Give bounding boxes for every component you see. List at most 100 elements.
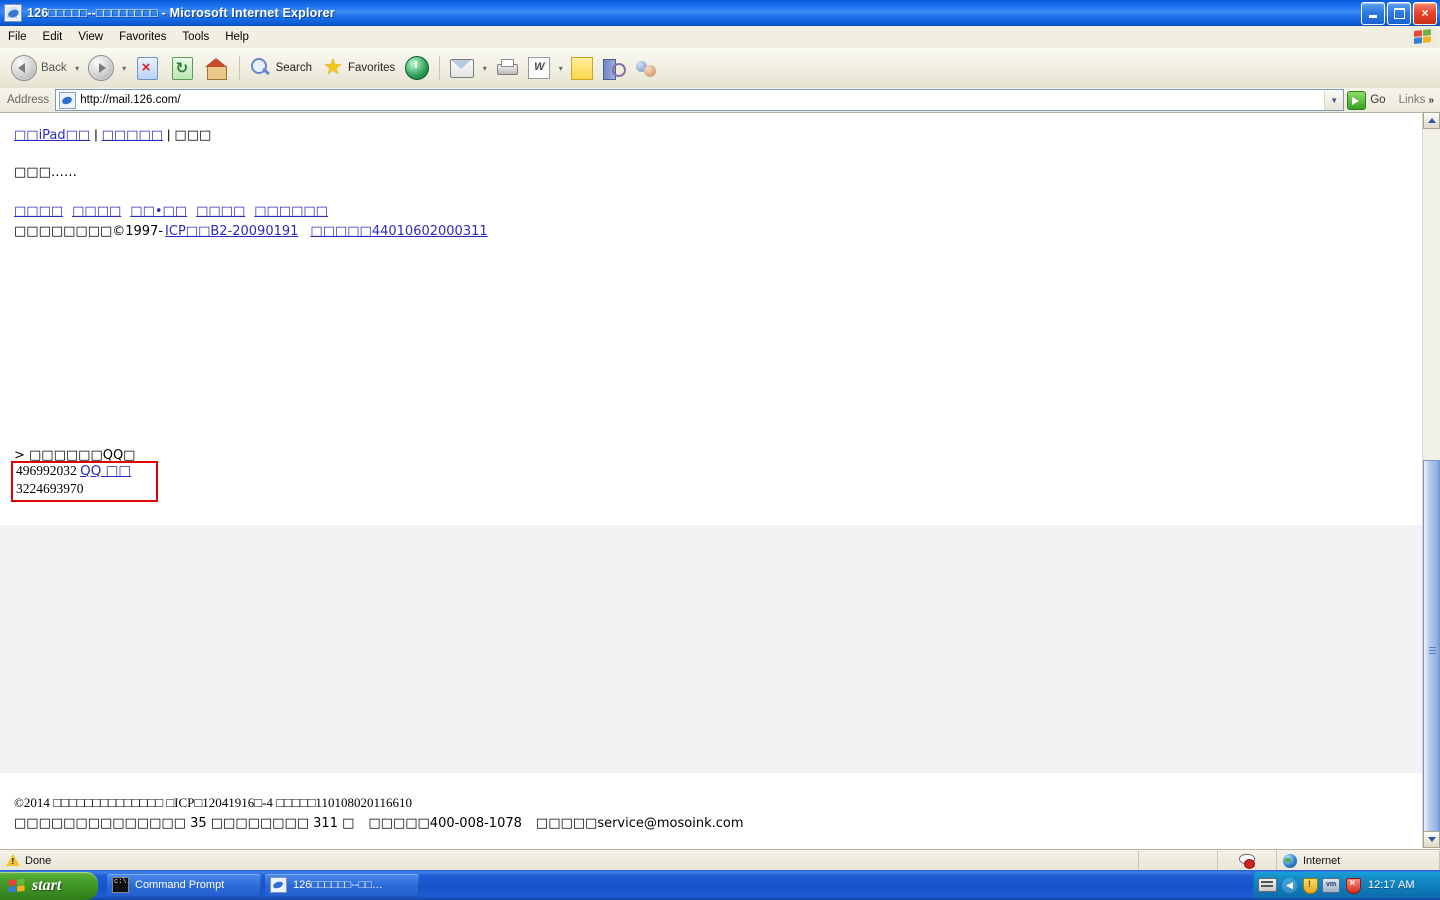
popup-blocker-status[interactable] [1218,851,1277,870]
show-hidden-icons-chevron-icon[interactable]: ◀ [1282,877,1297,893]
minimize-icon [1369,15,1377,18]
taskbar-buttons: Command Prompt 126□□□□□□--□□… [107,873,419,897]
go-arrow-icon [1347,90,1367,110]
scrollbar-grip-icon [1429,647,1436,655]
menu-item-edit[interactable]: Edit [35,29,71,45]
go-button[interactable]: Go [1344,89,1390,111]
refresh-button[interactable] [165,51,200,85]
security-zone-status[interactable]: Internet [1277,851,1440,870]
back-button[interactable]: Back [6,51,72,85]
top-links-plain-text: □□□ [174,128,212,143]
notes-icon [571,56,594,80]
footer-link-2[interactable]: □□□□ [72,204,121,219]
system-clock[interactable]: 12:17 AM [1368,879,1414,891]
security-shield-warning-icon[interactable] [1302,877,1318,894]
qq-number-1: 496992032 [16,463,77,478]
popup-blocker-icon [1239,854,1255,869]
edit-word-icon: W [528,57,551,79]
scroll-up-button[interactable] [1423,112,1440,129]
qq-numbers-highlight-box: 496992032 QQ □□ 3224693970 [11,461,158,502]
footer-phone: □□□□□400-008-1078 [368,816,522,831]
minimize-button[interactable] [1361,2,1385,25]
qq-number-2: 3224693970 [16,481,84,496]
loading-ellipsis-text: □□□…… [14,165,77,180]
scrollbar-thumb[interactable] [1423,460,1440,842]
research-icon [603,58,627,80]
web-page-content: □□iPad□□ | □□□□□ | □□□ □□□…… □□□□ □□□□ □□•□□ □□… [0,113,1423,849]
footer-email: □□□□□service@mosoink.com [535,816,744,831]
internet-zone-icon [1283,853,1297,868]
footer-link-3[interactable]: □□•□□ [130,204,187,219]
keyboard-icon[interactable] [1258,878,1277,892]
menu-item-favorites[interactable]: Favorites [111,29,174,45]
edit-button[interactable]: W [523,51,555,85]
links-chevron-icon[interactable]: » [1428,95,1440,106]
address-input[interactable]: http://mail.126.com/ ▼ [55,89,1345,111]
status-segment-blank [1139,851,1218,870]
top-links-row: □□iPad□□ | □□□□□ | □□□ [14,127,211,143]
command-prompt-icon [112,877,129,893]
messenger-button[interactable] [630,51,662,85]
stop-icon [136,56,158,80]
qq-join-link[interactable]: QQ □□ [80,463,131,479]
toolbar-separator-2 [439,56,441,80]
menu-item-tools[interactable]: Tools [174,29,217,45]
footer-link-4[interactable]: □□□□ [196,204,245,219]
decorative-grey-section: □□□□ □□□□□□□□□□□□□□□□□□□□□□□□□□ □□□□ □□□… [0,525,1423,773]
menu-item-file[interactable]: File [0,29,35,45]
research-button[interactable] [598,51,630,85]
home-button[interactable] [200,51,234,85]
back-dropdown-chevron-down-icon[interactable]: ▾ [72,53,83,83]
start-label: start [32,876,62,894]
mail-dropdown-chevron-down-icon[interactable]: ▾ [479,53,490,83]
edit-dropdown-chevron-down-icon[interactable]: ▾ [555,53,566,83]
icp-license-link[interactable]: ICP□□B2-20090191 [165,224,298,239]
toolbar-separator [238,56,240,80]
footer-address: □□□□□□□□□□□□□□ 35 □□□□□□□□ 311 □ [14,816,355,831]
status-bar: Done Internet [0,849,1440,871]
mail-button[interactable] [445,51,479,85]
link-secondary[interactable]: □□□□□ [102,128,163,143]
status-text: Done [25,854,52,867]
search-button[interactable]: Search [245,51,317,85]
taskbar-item-label: 126□□□□□□--□□… [293,879,383,891]
vertical-scrollbar[interactable] [1422,112,1440,848]
copyright-text: □□□□□□□□©1997- [14,224,164,239]
footer-link-5[interactable]: □□□□□□ [254,204,328,219]
taskbar-item-internet-explorer[interactable]: 126□□□□□□--□□… [265,873,419,897]
status-message-area: Done [0,851,1139,870]
stop-button[interactable] [130,51,165,85]
windows-flag-icon [8,878,25,893]
security-alert-shield-icon[interactable] [1345,877,1361,894]
forward-icon [87,55,114,81]
window-title: 126□□□□□--□□□□□□□□ - Microsoft Internet … [27,6,335,20]
internet-explorer-icon [4,4,22,22]
favorites-button[interactable]: ★ Favorites [317,51,400,85]
menu-item-help[interactable]: Help [217,29,257,45]
link-separator-2: | [167,127,171,142]
history-button[interactable] [400,51,434,85]
link-ipad[interactable]: □□iPad□□ [14,128,90,143]
page-footer-line-2: □□□□□□□□□□□□□□ 35 □□□□□□□□ 311 □ □□□□□400… [14,815,744,831]
menu-item-view[interactable]: View [70,29,111,45]
address-dropdown-chevron-down-icon[interactable]: ▼ [1324,90,1344,110]
virtual-machine-icon[interactable]: vm [1322,877,1340,893]
footer-link-1[interactable]: □□□□ [14,204,63,219]
messenger-icon [635,58,657,79]
history-icon [405,56,430,80]
links-label[interactable]: Links [1391,94,1429,106]
close-icon: × [1421,6,1429,20]
scroll-down-button[interactable] [1423,831,1440,848]
forward-dropdown-chevron-down-icon[interactable]: ▾ [119,53,130,83]
close-button[interactable]: × [1413,2,1437,25]
qq-group-row-1: 496992032 QQ □□ [16,463,131,479]
start-button[interactable]: start [0,871,98,900]
maximize-restore-button[interactable] [1387,2,1411,25]
taskbar-item-command-prompt[interactable]: Command Prompt [107,873,261,897]
police-registration-link[interactable]: □□□□□44010602000311 [310,224,487,239]
notes-button[interactable] [566,51,598,85]
windows-logo-icon [1410,27,1436,47]
print-button[interactable] [490,51,523,85]
search-label: Search [275,62,313,74]
forward-button[interactable] [83,51,119,85]
